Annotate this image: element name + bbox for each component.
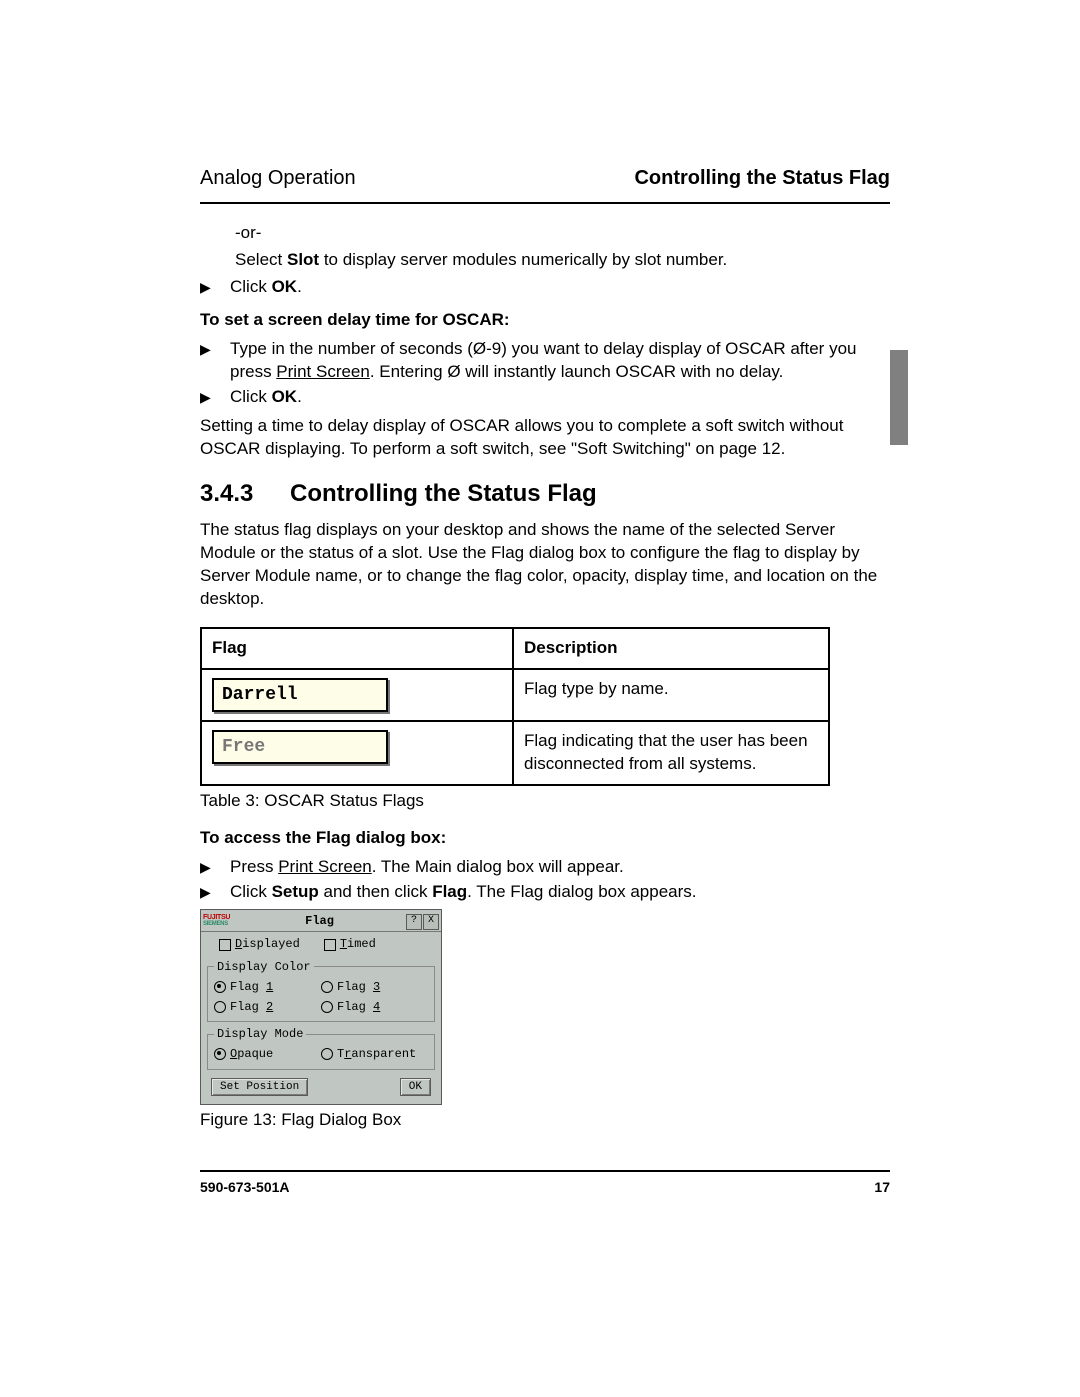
or-text: -or- [235,222,890,245]
flag-desc: Flag type by name. [513,669,829,721]
subhead-set-delay: To set a screen delay time for OSCAR: [200,309,890,332]
bullet-type-seconds: ▶ Type in the number of seconds (Ø-9) yo… [200,338,890,384]
bullet-press-printscreen: ▶ Press Print Screen. The Main dialog bo… [200,856,890,879]
ok-button[interactable]: OK [400,1078,431,1096]
figure-caption: Figure 13: Flag Dialog Box [200,1109,890,1132]
flag3-radio[interactable]: Flag 3 [321,979,428,995]
opaque-radio[interactable]: Opaque [214,1046,321,1062]
select-slot-line: Select Slot to display server modules nu… [235,249,890,272]
flag-dialog: FUJITSU SIEMENS Flag ?X Displayed Timed … [200,909,442,1104]
th-flag: Flag [201,628,513,669]
flag2-radio[interactable]: Flag 2 [214,999,321,1015]
bullet-arrow-icon: ▶ [200,856,230,879]
table-row: Free Flag indicating that the user has b… [201,721,829,785]
header-right: Controlling the Status Flag [634,165,890,192]
flag4-radio[interactable]: Flag 4 [321,999,428,1015]
close-button[interactable]: X [423,914,439,930]
brand-logo: FUJITSU SIEMENS [203,914,230,928]
help-button[interactable]: ? [406,914,422,930]
timed-checkbox[interactable]: Timed [324,936,376,952]
flag-desc: Flag indicating that the user has been d… [513,721,829,785]
bullet-click-setup-flag: ▶ Click Setup and then click Flag. The F… [200,881,890,904]
header-left: Analog Operation [200,165,356,192]
page-footer: 590-673-501A 17 [200,1170,890,1197]
set-position-button[interactable]: Set Position [211,1078,308,1096]
flag-visual: Darrell [212,678,388,712]
section-paragraph: The status flag displays on your desktop… [200,519,890,611]
running-header: Analog Operation Controlling the Status … [200,165,890,204]
flag-visual: Free [212,730,388,764]
page-number: 17 [874,1178,890,1197]
displayed-checkbox[interactable]: Displayed [219,936,300,952]
subhead-access-flag: To access the Flag dialog box: [200,827,890,850]
thumb-tab [890,350,908,445]
dialog-title: Flag [234,913,405,929]
display-color-group: Display Color Flag 1 Flag 3 Flag 2 Flag … [207,959,435,1023]
delay-note: Setting a time to delay display of OSCAR… [200,415,890,461]
bullet-arrow-icon: ▶ [200,338,230,384]
table-caption: Table 3: OSCAR Status Flags [200,790,890,813]
bullet-arrow-icon: ▶ [200,881,230,904]
transparent-radio[interactable]: Transparent [321,1046,428,1062]
flag1-radio[interactable]: Flag 1 [214,979,321,995]
bullet-arrow-icon: ▶ [200,386,230,409]
display-mode-group: Display Mode Opaque Transparent [207,1026,435,1069]
bullet-arrow-icon: ▶ [200,276,230,299]
doc-number: 590-673-501A [200,1178,290,1197]
section-heading: 3.4.3Controlling the Status Flag [200,478,890,510]
bullet-click-ok-1: ▶ Click OK. [200,276,890,299]
status-flags-table: Flag Description Darrell Flag type by na… [200,627,830,786]
bullet-click-ok-2: ▶ Click OK. [200,386,890,409]
th-description: Description [513,628,829,669]
table-row: Darrell Flag type by name. [201,669,829,721]
